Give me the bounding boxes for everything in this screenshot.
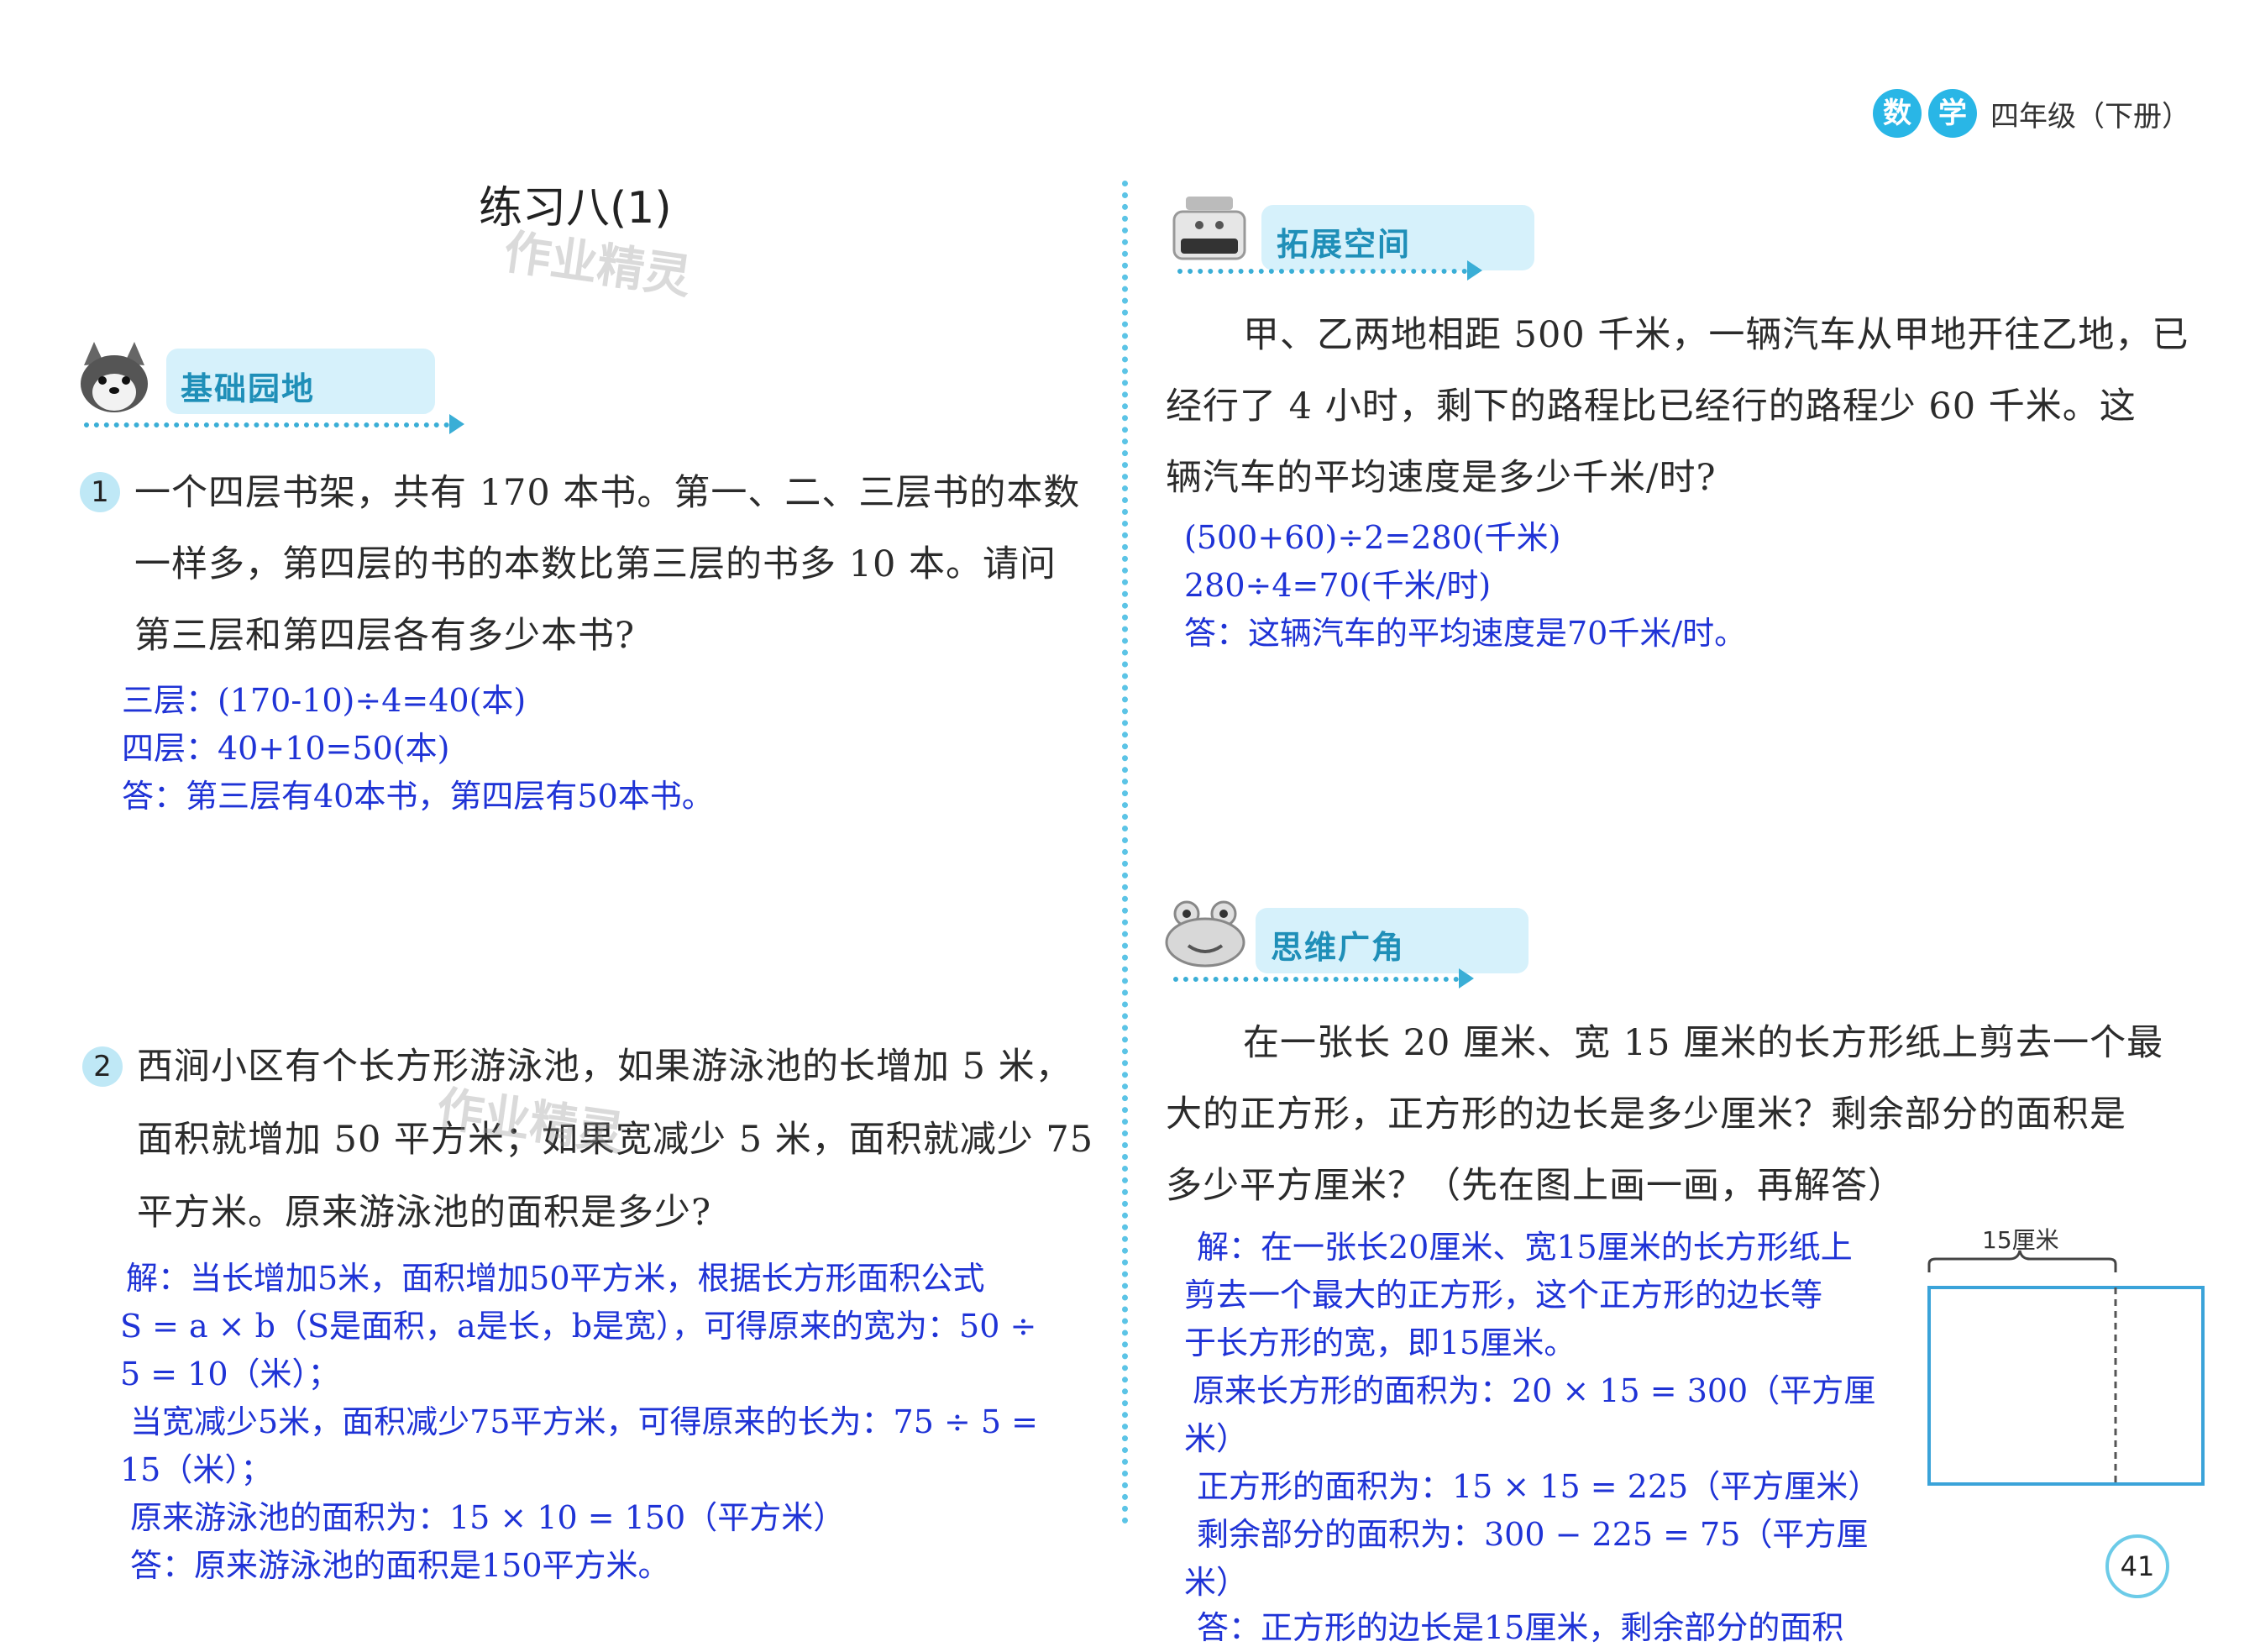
q2-answer-1: 解：当长增加5米，面积增加50平方米，根据长方形面积公式 (126, 1260, 985, 1297)
q2-answer-6: 原来游泳池的面积为：15 × 10 = 150（平方米） (130, 1499, 846, 1536)
q4-line-3: 多少平方厘米？（先在图上画一画，再解答） (1166, 1165, 1905, 1207)
q3-answer-2: 280÷4=70(千米/时) (1184, 567, 1492, 604)
dotted-underline (84, 422, 449, 427)
q2-answer-7: 答：原来游泳池的面积是150平方米。 (130, 1547, 670, 1584)
q2-answer-2: S = a × b（S是面积，a是长，b是宽），可得原来的宽为：50 ÷ (120, 1308, 1037, 1345)
q3-line-2: 经行了 4 小时，剩下的路程比已经行的路程少 60 千米。这 (1166, 385, 2137, 427)
section-header-extension: 拓展空间 (1167, 193, 1534, 286)
q3-line-1: 甲、乙两地相距 500 千米，一辆汽车从甲地开往乙地，已 (1243, 314, 2189, 356)
q2-line-3: 平方米。原来游泳池的面积是多少? (137, 1192, 712, 1234)
dog-mascot-icon (76, 340, 153, 417)
section-header-basics: 基础园地 (76, 332, 464, 434)
q2-answer-5: 15（米）； (120, 1451, 273, 1488)
page-divider (1122, 181, 1128, 1524)
section-title-basics: 基础园地 (181, 370, 316, 407)
q4-line-1: 在一张长 20 厘米、宽 15 厘米的长方形纸上剪去一个最 (1243, 1022, 2164, 1064)
q4-answer-4: 原来长方形的面积为：20 × 15 = 300（平方厘 (1193, 1372, 1876, 1409)
figure-width-label: 15厘米 (1982, 1226, 2059, 1254)
q1-line-2: 一样多，第四层的书的本数比第三层的书多 10 本。请问 (134, 543, 1057, 585)
q4-line-2: 大的正方形，正方形的边长是多少厘米？剩余部分的面积是 (1166, 1093, 2126, 1135)
q2-line-1: 西涧小区有个长方形游泳池，如果游泳池的长增加 5 米， (137, 1046, 1072, 1088)
q1-answer-2: 四层：40+10=50(本) (122, 730, 450, 767)
q2-answer-4: 当宽减少5米，面积减少75平方米，可得原来的长为：75 ÷ 5 = (130, 1403, 1038, 1440)
dotted-underline (1173, 977, 1459, 982)
q4-answer-5: 米） (1184, 1420, 1249, 1457)
arrow-right-icon (1459, 968, 1474, 989)
q4-answer-9: 答：正方形的边长是15厘米，剩余部分的面积 (1197, 1609, 1844, 1646)
q1-answer-3: 答：第三层有40本书，第四层有50本书。 (122, 778, 714, 815)
section-header-thinking: 思维广角 (1163, 894, 1529, 989)
section-title-extension: 拓展空间 (1277, 226, 1412, 263)
grade-label: 四年级（下册） (1990, 99, 2190, 134)
frog-mascot-icon (1163, 899, 1247, 968)
q4-answer-3: 于长方形的宽，即15厘米。 (1184, 1324, 1576, 1361)
q1-answer-1: 三层：(170-10)÷4=40(本) (122, 682, 527, 719)
q4-answer-1: 解：在一张长20厘米、宽15厘米的长方形纸上 (1197, 1229, 1853, 1266)
q4-answer-6: 正方形的面积为：15 × 15 = 225（平方厘米） (1197, 1468, 1880, 1505)
subject-badge-2: 学 (1928, 89, 1977, 138)
subject-badge-1: 数 (1873, 89, 1922, 138)
rectangle-figure: 15厘米 (1919, 1222, 2205, 1491)
robot-mascot-icon (1167, 193, 1251, 270)
q2-answer-3: 5 = 10（米）； (120, 1356, 340, 1392)
q4-answer-2: 剪去一个最大的正方形，这个正方形的边长等 (1184, 1277, 1823, 1314)
q4-answer-8: 米） (1184, 1564, 1249, 1601)
header: 数 学 四年级（下册） (1873, 84, 2190, 143)
q3-answer-1: (500+60)÷2=280(千米) (1184, 519, 1561, 556)
q3-line-3: 辆汽车的平均速度是多少千米/时? (1166, 457, 1717, 499)
question-number-1: 1 (80, 472, 120, 512)
q1-line-1: 一个四层书架，共有 170 本书。第一、二、三层书的本数 (134, 472, 1081, 514)
q4-answer-7: 剩余部分的面积为：300 − 225 = 75（平方厘 (1197, 1516, 1869, 1553)
section-title-thinking: 思维广角 (1271, 929, 1406, 966)
arrow-right-icon (449, 414, 464, 434)
dotted-underline (1177, 269, 1467, 274)
arrow-right-icon (1467, 260, 1482, 281)
question-number-2: 2 (82, 1046, 123, 1087)
page-number: 41 (2105, 1534, 2169, 1598)
q1-line-3: 第三层和第四层各有多少本书? (134, 615, 636, 657)
q3-answer-3: 答：这辆汽车的平均速度是70千米/时。 (1184, 615, 1747, 652)
